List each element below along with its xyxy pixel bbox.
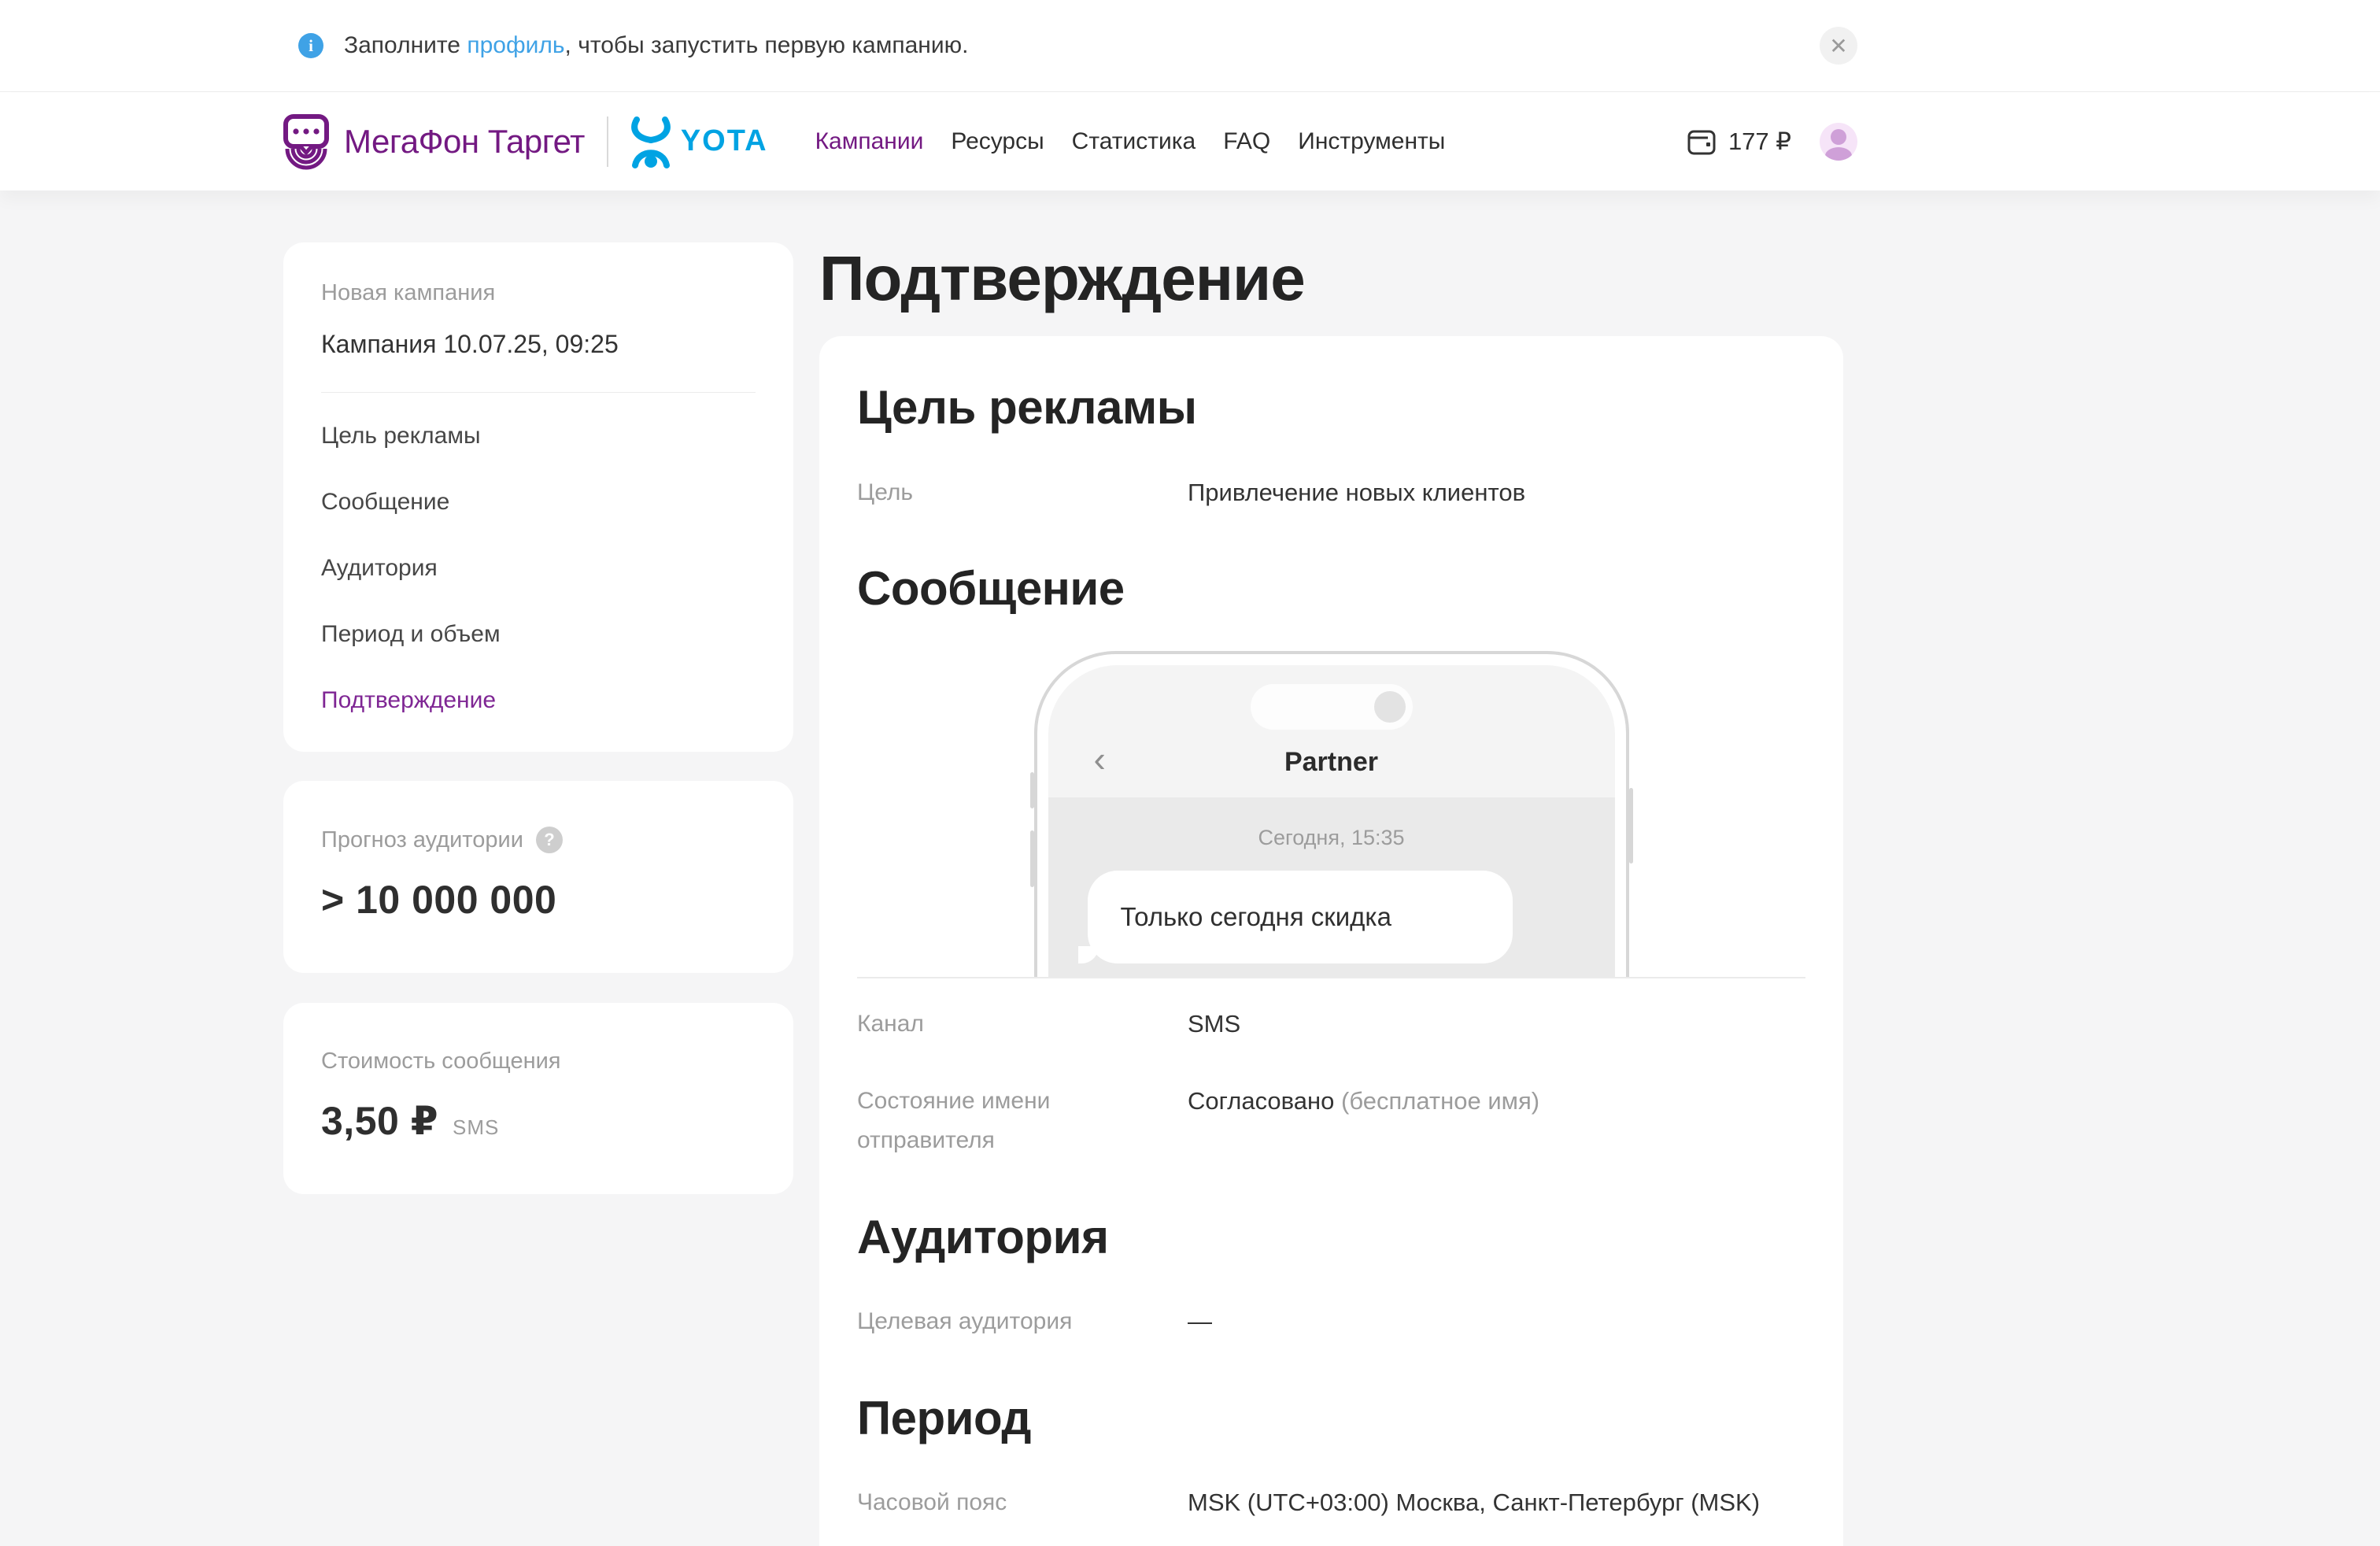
step-message[interactable]: Сообщение [321, 489, 756, 516]
timezone-value: MSK (UTC+03:00) Москва, Санкт-Петербург … [1188, 1483, 1760, 1522]
close-icon[interactable]: ✕ [1820, 27, 1857, 65]
step-audience[interactable]: Аудитория [321, 555, 756, 582]
main-content: Подтверждение Цель рекламы Цель Привлече… [819, 242, 1843, 1546]
goal-label: Цель [857, 473, 1188, 512]
megafon-target-logo[interactable]: МегаФон Таргет [279, 113, 585, 171]
nav-item-faq[interactable]: FAQ [1223, 128, 1270, 155]
megafon-logo-icon [279, 113, 333, 171]
sender-state-note: (бесплатное имя) [1334, 1087, 1539, 1115]
message-price-card: Стоимость сообщения 3,50 ₽ SMS [283, 1003, 793, 1194]
goal-value: Привлечение новых клиентов [1188, 473, 1525, 512]
price-unit: SMS [453, 1115, 499, 1140]
phone-side-button [1030, 830, 1034, 887]
avatar-person-icon [1831, 129, 1846, 145]
chat-messages: Сегодня, 15:35 Только сегодня скидка [1048, 797, 1615, 978]
balance-button[interactable]: 177 ₽ [1684, 124, 1791, 159]
goal-row: Цель Привлечение новых клиентов [857, 473, 1805, 512]
phone-mockup: ‹ Partner Сегодня, 15:35 Только сегодня … [1034, 651, 1629, 978]
balance-value: 177 ₽ [1728, 128, 1791, 156]
info-icon: i [298, 33, 323, 58]
banner-text: Заполните профиль, чтобы запустить перву… [344, 32, 968, 59]
audience-label: Целевая аудитория [857, 1302, 1188, 1341]
sender-state-value: Согласовано [1188, 1087, 1334, 1115]
period-section-heading: Период [857, 1391, 1805, 1446]
campaign-steps-card: Новая кампания Кампания 10.07.25, 09:25 … [283, 242, 793, 752]
sidebar: Новая кампания Кампания 10.07.25, 09:25 … [283, 242, 793, 1546]
phone-screen: ‹ Partner Сегодня, 15:35 Только сегодня … [1048, 665, 1615, 978]
nav-item-statistics[interactable]: Статистика [1072, 128, 1196, 155]
channel-value: SMS [1188, 1004, 1240, 1044]
audience-value: — [1188, 1302, 1212, 1341]
banner-text-suffix: , чтобы запустить первую кампанию. [565, 32, 969, 58]
yota-logo[interactable]: YOTA [629, 113, 768, 170]
audience-row: Целевая аудитория — [857, 1302, 1805, 1341]
main-nav: Кампании Ресурсы Статистика FAQ Инструме… [815, 128, 1446, 155]
help-icon[interactable]: ? [536, 827, 563, 853]
phone-side-button [1629, 788, 1633, 864]
audience-section-heading: Аудитория [857, 1210, 1805, 1265]
channel-label: Канал [857, 1004, 1188, 1044]
price-value: 3,50 ₽ [321, 1098, 438, 1144]
sender-state-label: Состояние имени отправителя [857, 1082, 1188, 1161]
divider [321, 392, 756, 393]
price-label: Стоимость сообщения [321, 1049, 756, 1074]
message-section-heading: Сообщение [857, 561, 1805, 616]
notification-banner: i Заполните профиль, чтобы запустить пер… [0, 0, 2380, 92]
message-bubble: Только сегодня скидка [1088, 871, 1513, 963]
sender-state-row: Состояние имени отправителя Согласовано … [857, 1082, 1805, 1161]
brand-name: МегаФон Таргет [344, 123, 585, 161]
audience-forecast-card: Прогноз аудитории ? > 10 000 000 [283, 781, 793, 973]
steps-list: Цель рекламы Сообщение Аудитория Период … [321, 423, 756, 714]
step-confirmation[interactable]: Подтверждение [321, 687, 756, 714]
step-period[interactable]: Период и объем [321, 621, 756, 648]
timezone-row: Часовой пояс MSK (UTC+03:00) Москва, Сан… [857, 1483, 1805, 1522]
forecast-label: Прогноз аудитории [321, 827, 523, 853]
campaign-card-label: Новая кампания [321, 280, 756, 306]
goal-section-heading: Цель рекламы [857, 380, 1805, 435]
confirmation-card: Цель рекламы Цель Привлечение новых клие… [819, 336, 1843, 1546]
step-goal[interactable]: Цель рекламы [321, 423, 756, 449]
yota-wordmark: YOTA [681, 124, 768, 158]
brand-divider [607, 117, 608, 167]
sms-preview: ‹ Partner Сегодня, 15:35 Только сегодня … [857, 624, 1805, 978]
banner-text-prefix: Заполните [344, 32, 467, 58]
forecast-value: > 10 000 000 [321, 877, 756, 923]
yota-logo-icon [629, 113, 673, 170]
app-header: МегаФон Таргет YOTA Кампании Ресурсы Ста… [0, 92, 2380, 190]
phone-side-button [1030, 772, 1034, 808]
page-title: Подтверждение [819, 242, 1843, 315]
nav-item-campaigns[interactable]: Кампании [815, 128, 924, 155]
chat-header: ‹ Partner [1048, 665, 1615, 797]
timezone-label: Часовой пояс [857, 1483, 1188, 1522]
profile-link[interactable]: профиль [467, 32, 564, 58]
wallet-icon [1684, 124, 1719, 159]
nav-item-resources[interactable]: Ресурсы [951, 128, 1044, 155]
message-timestamp: Сегодня, 15:35 [1048, 826, 1615, 850]
user-avatar[interactable] [1820, 123, 1857, 161]
sender-name: Partner [1048, 747, 1615, 778]
campaign-name: Кампания 10.07.25, 09:25 [321, 330, 756, 359]
nav-item-tools[interactable]: Инструменты [1298, 128, 1445, 155]
channel-row: Канал SMS [857, 1004, 1805, 1044]
